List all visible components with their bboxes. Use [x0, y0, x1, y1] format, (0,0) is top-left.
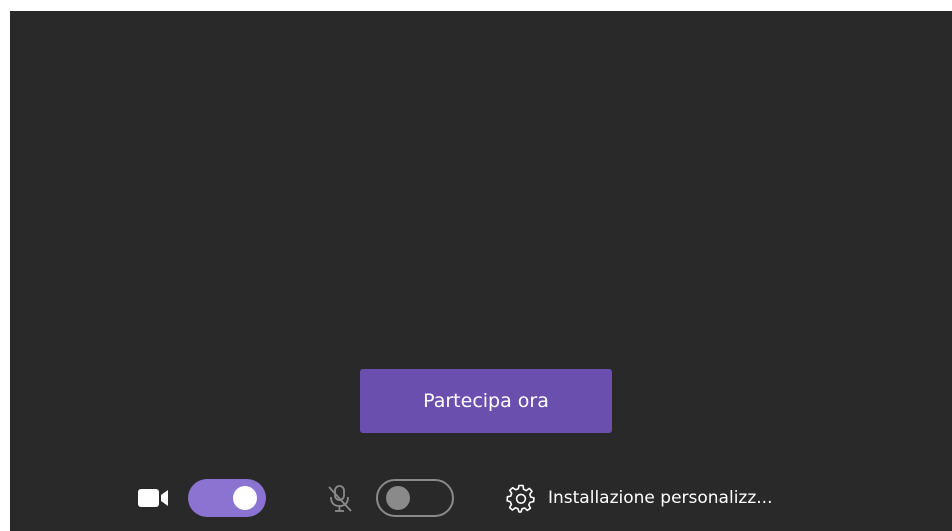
video-camera-icon — [138, 489, 168, 507]
microphone-off-icon — [328, 485, 352, 512]
device-controls-bar: Installazione personalizz... — [10, 478, 952, 518]
camera-toggle[interactable] — [188, 479, 266, 517]
gear-icon — [506, 484, 535, 513]
custom-setup-button[interactable]: Installazione personalizz... — [506, 478, 772, 518]
microphone-toggle[interactable] — [376, 479, 454, 517]
microphone-toggle-knob — [386, 486, 410, 510]
pre-join-screen: Partecipa ora Installazione personalizz.… — [10, 11, 952, 531]
custom-setup-label: Installazione personalizz... — [548, 488, 773, 508]
camera-toggle-knob — [233, 486, 257, 510]
join-now-button[interactable]: Partecipa ora — [360, 369, 612, 433]
